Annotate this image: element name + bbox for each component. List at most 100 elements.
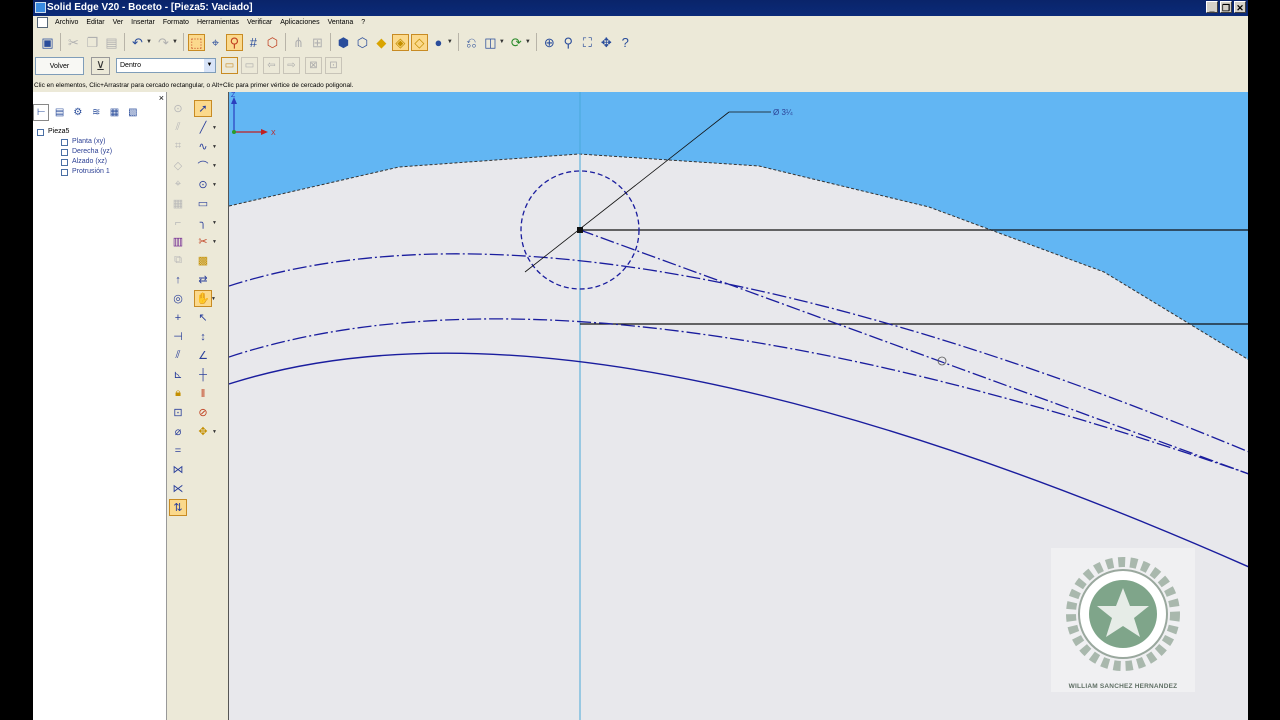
fill-icon[interactable]: ▥	[169, 233, 187, 250]
tab-sensors[interactable]: ▦	[106, 104, 122, 121]
relationship-icon[interactable]: ⋔	[290, 34, 307, 51]
line-icon[interactable]: ╱ ▼	[194, 119, 217, 136]
symmetry-axis-icon[interactable]: ⫽	[169, 119, 187, 136]
menu-insertar[interactable]: Insertar	[127, 19, 159, 26]
document-icon[interactable]	[37, 17, 48, 28]
selection-mode-select[interactable]: Dentro ▼	[116, 58, 216, 73]
center-point[interactable]	[577, 227, 583, 233]
named-views-icon[interactable]: ⎌	[463, 34, 480, 51]
fillet-icon[interactable]: ╮ ▼	[194, 214, 217, 231]
circle-icon[interactable]: ⊙ ▼	[194, 176, 217, 193]
sketch-view-icon[interactable]: ⬡	[264, 34, 281, 51]
dimension-label[interactable]: Ø 3¼	[773, 108, 793, 117]
perpendicular-icon[interactable]: ⊾	[169, 366, 187, 383]
arrow-left-icon[interactable]: ⇦	[263, 57, 280, 74]
visible-edges-icon[interactable]: ◇	[410, 33, 428, 51]
select-tool-icon[interactable]: ⬚	[187, 33, 205, 51]
menu-verificar[interactable]: Verificar	[243, 19, 276, 26]
camera-icon[interactable]: ◫	[482, 34, 499, 51]
chevron-down-icon[interactable]: ▼	[204, 59, 215, 72]
rigid-set-icon[interactable]: ⊡	[169, 404, 187, 421]
tree-item-planta[interactable]: Planta (xy)	[37, 137, 112, 147]
trim-icon[interactable]: ✂ ▼	[194, 233, 217, 250]
menu-formato[interactable]: Formato	[159, 19, 193, 26]
volver-button[interactable]: Volver	[35, 57, 84, 75]
camera-dropdown-icon[interactable]: ▼	[499, 39, 505, 45]
render-icon[interactable]: ●	[430, 34, 447, 51]
symmetric-dimension-icon[interactable]: ‖	[194, 385, 212, 402]
help-icon[interactable]: ?	[617, 34, 634, 51]
zoom-icon[interactable]: ⚲	[560, 34, 577, 51]
symmetric-icon[interactable]: ⋈	[169, 461, 187, 478]
part-view-icon[interactable]: ⬡	[354, 34, 371, 51]
fit-icon[interactable]: ⛶	[579, 34, 596, 51]
copy-icon[interactable]: ❐	[84, 34, 101, 51]
refresh-dropdown-icon[interactable]: ▼	[525, 39, 531, 45]
restore-button[interactable]: ❐	[1220, 1, 1232, 13]
pan-icon[interactable]: ✥	[598, 34, 615, 51]
horizontal-icon[interactable]: ⊣	[169, 328, 187, 345]
redo-dropdown-icon[interactable]: ▼	[172, 39, 178, 45]
distance-dimension-icon[interactable]: ↕	[194, 328, 212, 345]
render-dropdown-icon[interactable]: ▼	[447, 39, 453, 45]
tab-layers[interactable]: ≋	[88, 104, 104, 121]
point-icon[interactable]: ⊙	[169, 100, 187, 117]
offset-icon[interactable]: ◇	[169, 157, 187, 174]
menu-herramientas[interactable]: Herramientas	[193, 19, 243, 26]
mirror-icon[interactable]: ⧉	[169, 252, 187, 269]
equal-icon[interactable]: =	[169, 442, 187, 459]
close-window-button[interactable]: ✕	[1234, 1, 1246, 13]
vertical-icon[interactable]: ↑	[169, 271, 187, 288]
center-icon[interactable]: ⌖	[169, 176, 187, 193]
arrow-right-icon[interactable]: ⇨	[283, 57, 300, 74]
concentric-icon[interactable]: ◎	[169, 290, 187, 307]
tangent-icon[interactable]: ⌀	[169, 423, 187, 440]
save-icon[interactable]: ▣	[39, 34, 56, 51]
fence-inside-icon[interactable]: ▭	[221, 57, 238, 74]
select-all-icon[interactable]: ⊡	[325, 57, 342, 74]
menu-editar[interactable]: Editar	[82, 19, 108, 26]
zoom-area-icon[interactable]: ⊕	[541, 34, 558, 51]
coordinate-dimension-icon[interactable]: ┼	[194, 366, 212, 383]
tab-family[interactable]: ▧	[125, 104, 141, 121]
view-orientation-icon[interactable]: ⬢	[335, 34, 352, 51]
menu-help[interactable]: ?	[357, 19, 369, 26]
variable-table-icon[interactable]: ⊘	[194, 404, 212, 421]
shaded-icon[interactable]: ◆	[373, 34, 390, 51]
fill-pattern-icon[interactable]: ▩	[194, 252, 212, 269]
menu-aplicaciones[interactable]: Aplicaciones	[276, 19, 323, 26]
grid-icon[interactable]: #	[245, 34, 262, 51]
parallel-icon[interactable]: ⫽	[169, 347, 187, 364]
shaded-edges-icon[interactable]: ◈	[391, 33, 409, 51]
move-copy-icon[interactable]: ✥ ▼	[194, 423, 217, 440]
lock-icon[interactable]: 🔒︎	[169, 385, 187, 402]
include-icon[interactable]: ▦	[169, 195, 187, 212]
minimize-button[interactable]: _	[1206, 1, 1218, 13]
tab-features[interactable]: ⚙	[70, 104, 86, 121]
tab-pathfinder[interactable]: ⊢	[33, 104, 50, 121]
relationship-handles-icon[interactable]: ⇅	[169, 499, 187, 516]
tree-item-protrusion[interactable]: Protrusión 1	[37, 167, 112, 177]
cut-icon[interactable]: ✂	[65, 34, 82, 51]
arc-icon[interactable]: ⌒ ▼	[194, 157, 218, 174]
selection-filter-icon[interactable]: ⊻	[91, 57, 110, 75]
refresh-icon[interactable]: ⟳	[508, 34, 525, 51]
undo-icon[interactable]: ↶	[129, 34, 146, 51]
redo-icon[interactable]: ↷	[155, 34, 172, 51]
rectangle-icon[interactable]: ▭	[194, 195, 212, 212]
menu-ventana[interactable]: Ventana	[324, 19, 358, 26]
paste-icon[interactable]: ▤	[103, 34, 120, 51]
undo-dropdown-icon[interactable]: ▼	[146, 39, 152, 45]
auto-relate-icon[interactable]: ⇄	[194, 271, 212, 288]
fence-overlap-icon[interactable]: ▭	[241, 57, 258, 74]
menu-ver[interactable]: Ver	[109, 19, 128, 26]
angle-dimension-icon[interactable]: ∠	[194, 347, 212, 364]
move-hand-icon[interactable]: ✋ ▼	[194, 290, 216, 307]
tab-library[interactable]: ▤	[51, 104, 67, 121]
chamfer-icon[interactable]: ⌐	[169, 214, 187, 231]
connect-icon[interactable]: +	[169, 309, 187, 326]
curve-icon[interactable]: ∿ ▼	[194, 138, 217, 155]
deselect-icon[interactable]: ⊠	[305, 57, 322, 74]
move-icon[interactable]: ⊞	[309, 34, 326, 51]
tree-item-alzado[interactable]: Alzado (xz)	[37, 157, 112, 167]
